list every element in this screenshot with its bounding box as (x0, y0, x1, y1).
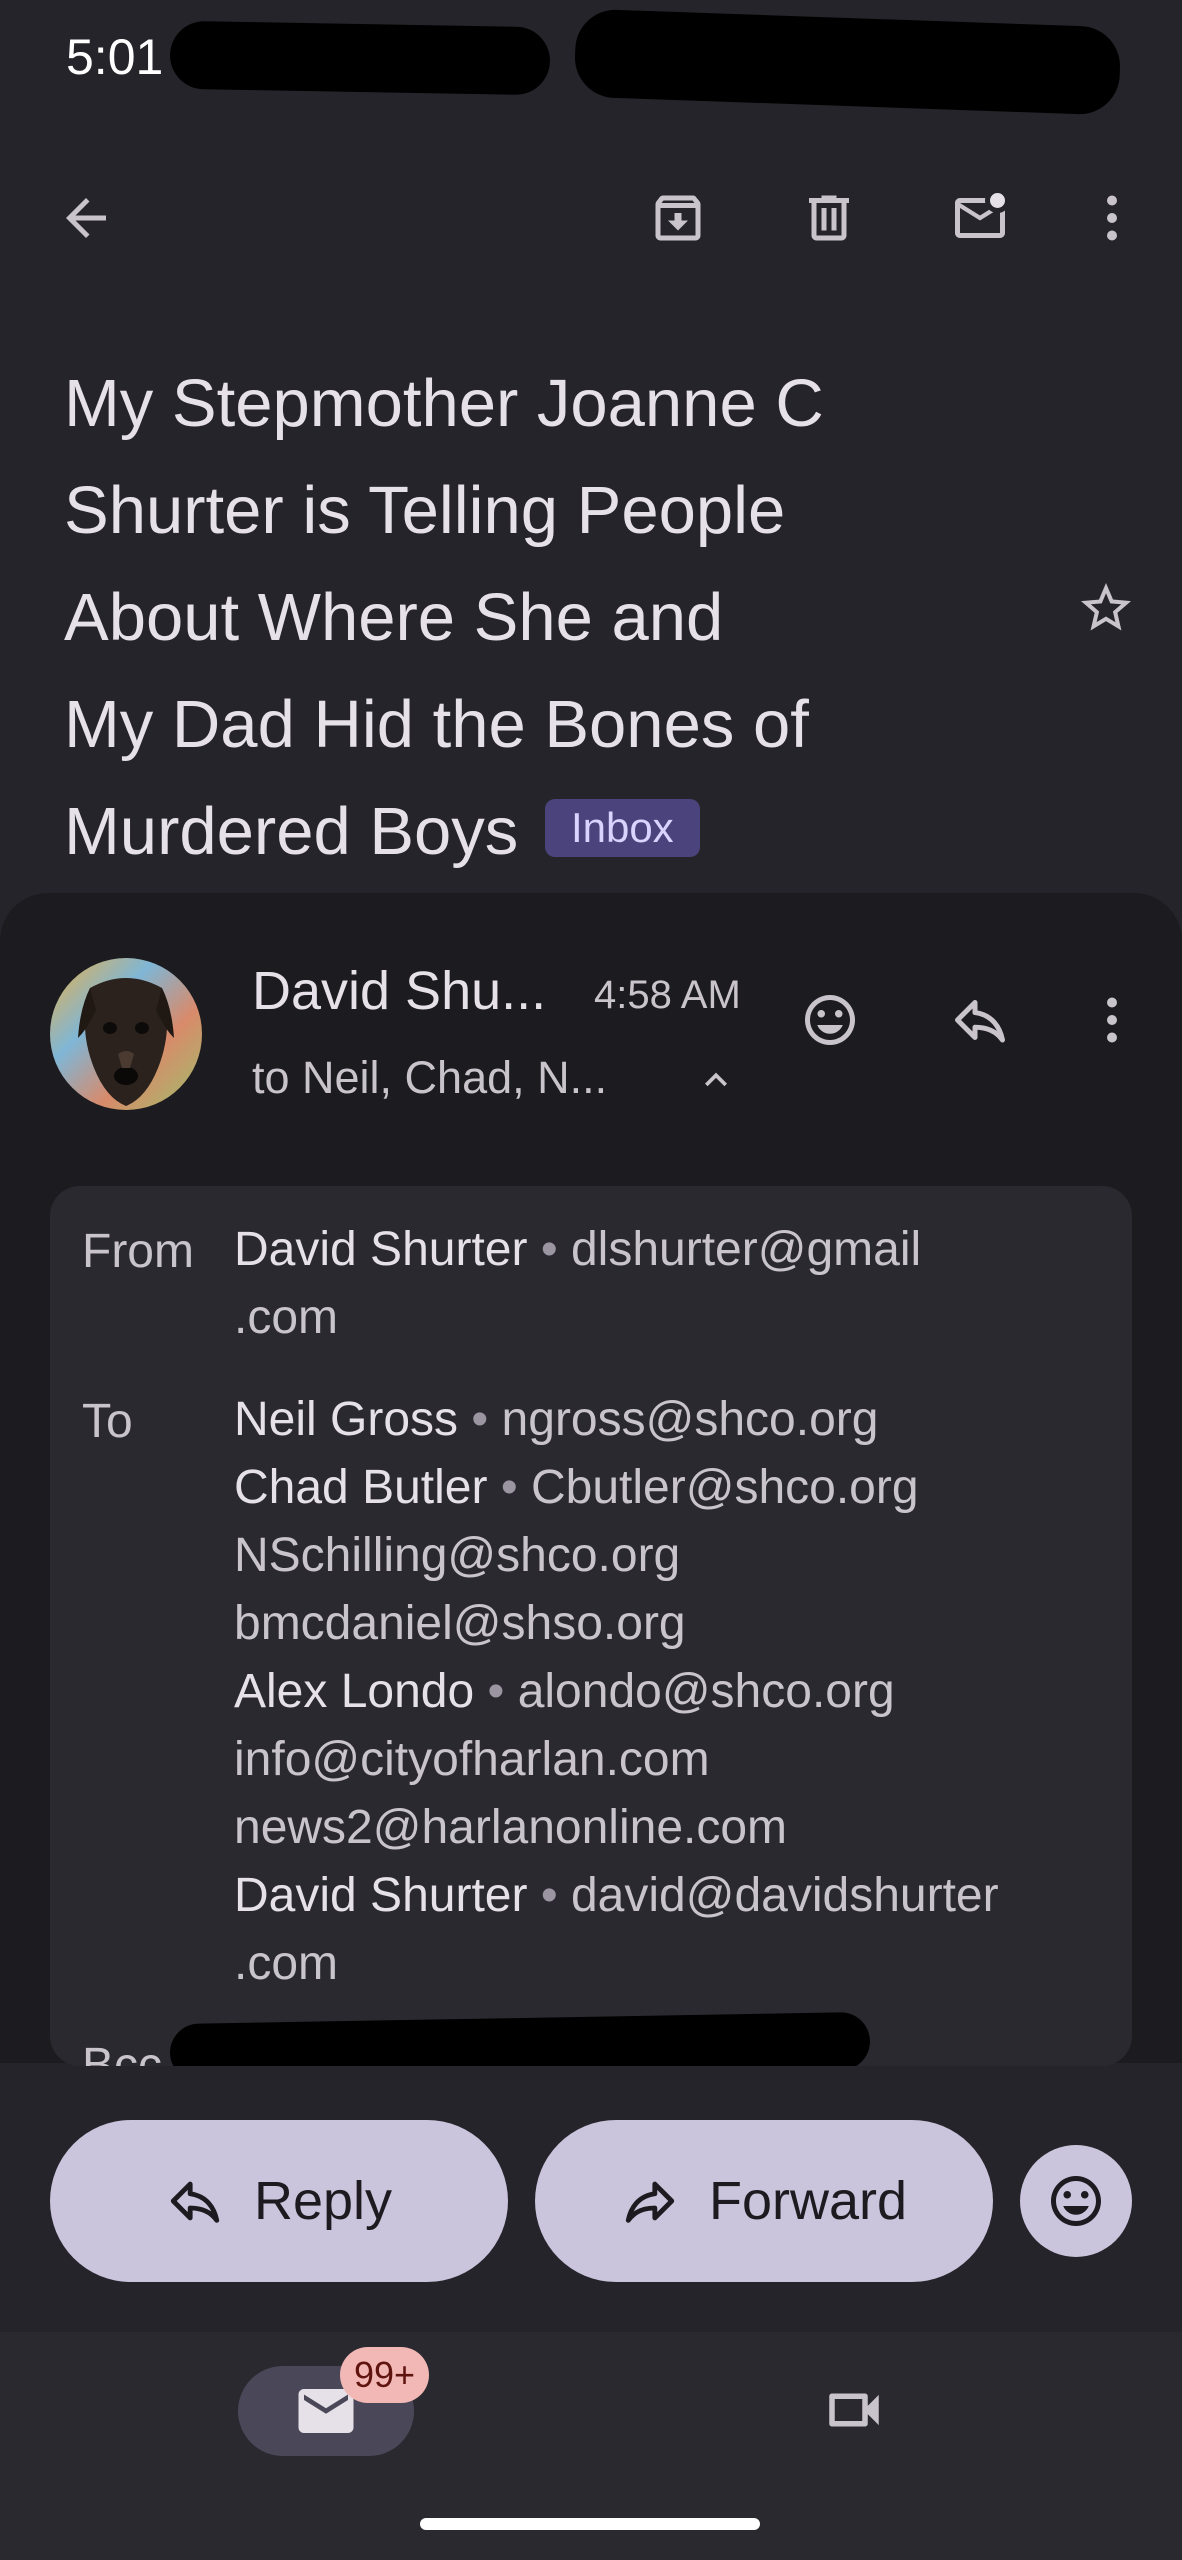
recipients-summary[interactable]: to Neil, Chad, N... (252, 1052, 607, 1104)
recipient-row[interactable]: info@cityofharlan.com (234, 1726, 999, 1794)
recipient-row[interactable]: David Shurter • david@davidshurter (234, 1862, 999, 1930)
subject-line-last: Murdered Boys Inbox (64, 778, 1044, 885)
more-vert-icon (1107, 997, 1117, 1043)
nav-meet-tab[interactable] (814, 2370, 894, 2450)
inbox-label-badge[interactable]: Inbox (544, 799, 700, 858)
unread-count-badge: 99+ (340, 2347, 430, 2403)
email-subject: My Stepmother Joanne C Shurter is Tellin… (64, 350, 1044, 885)
recipient-row[interactable]: NSchilling@shco.org (234, 1522, 999, 1590)
forward-label: Forward (708, 2171, 908, 2231)
reply-label: Reply (253, 2171, 393, 2231)
subject-line: About Where She and (64, 580, 724, 655)
to-label: To (82, 1395, 133, 1448)
reply-icon (955, 1000, 1005, 1043)
more-options-button[interactable] (1072, 178, 1152, 258)
subject-line: Shurter is Telling People (64, 473, 786, 548)
message-details-panel: From David Shurter • dlshurter@gmail .co… (50, 1186, 1132, 2066)
reply-icon (170, 2181, 220, 2223)
archive-button[interactable] (638, 178, 718, 258)
redaction (169, 2011, 871, 2066)
mark-unread-icon (955, 193, 1005, 238)
from-label: From (82, 1225, 194, 1278)
emoji-icon (805, 995, 855, 1045)
recipient-row[interactable]: bmcdaniel@shso.org (234, 1590, 999, 1658)
reply-button[interactable]: Reply (50, 2120, 508, 2282)
redaction (169, 20, 551, 96)
archive-icon (655, 195, 701, 241)
recipient-row[interactable]: Neil Gross • ngross@shco.org (234, 1386, 999, 1454)
dog-avatar-image (50, 958, 202, 1110)
recipient-row[interactable]: Chad Butler • Cbutler@shco.org (234, 1454, 999, 1522)
more-vert-icon (1107, 195, 1117, 241)
mark-unread-button[interactable] (940, 178, 1020, 258)
react-emoji-round-button[interactable] (1020, 2145, 1132, 2257)
subject-line: My Stepmother Joanne C (64, 366, 824, 441)
from-name: David Shurter (234, 1223, 528, 1276)
reply-icon-button[interactable] (940, 980, 1020, 1060)
trash-icon (809, 195, 849, 241)
back-button[interactable] (46, 178, 126, 258)
back-arrow-icon (66, 198, 106, 238)
emoji-icon (1051, 2176, 1101, 2226)
from-email[interactable]: dlshurter@gmail (571, 1223, 921, 1276)
to-list: Neil Gross • ngross@shco.org Chad Butler… (234, 1386, 999, 1998)
react-emoji-button[interactable] (790, 980, 870, 1060)
status-time: 5:01 (66, 29, 164, 85)
sent-time: 4:58 AM (594, 973, 741, 1017)
sender-name[interactable]: David Shu... (252, 960, 546, 1022)
delete-button[interactable] (789, 178, 869, 258)
recipient-row[interactable]: Alex Londo • alondo@shco.org (234, 1658, 999, 1726)
recipient-row-continued: .com (234, 1937, 339, 1990)
star-icon (1081, 583, 1131, 631)
chevron-up-icon (705, 1072, 727, 1087)
sender-avatar[interactable] (50, 958, 202, 1110)
star-button[interactable] (1066, 568, 1146, 648)
home-indicator[interactable] (420, 2518, 760, 2530)
video-camera-icon (829, 2393, 879, 2427)
subject-line: Murdered Boys (64, 794, 519, 869)
forward-button[interactable]: Forward (535, 2120, 993, 2282)
forward-icon (625, 2181, 675, 2223)
bcc-label: Bcc (82, 2039, 163, 2066)
subject-line: My Dad Hid the Bones of (64, 687, 809, 762)
message-more-button[interactable] (1072, 980, 1152, 1060)
collapse-details-button[interactable] (676, 1040, 756, 1120)
redaction (573, 8, 1122, 116)
from-value: David Shurter • dlshurter@gmail .com (234, 1223, 922, 1344)
from-email-continued: .com (234, 1291, 339, 1344)
recipient-row[interactable]: news2@harlanonline.com (234, 1794, 999, 1862)
